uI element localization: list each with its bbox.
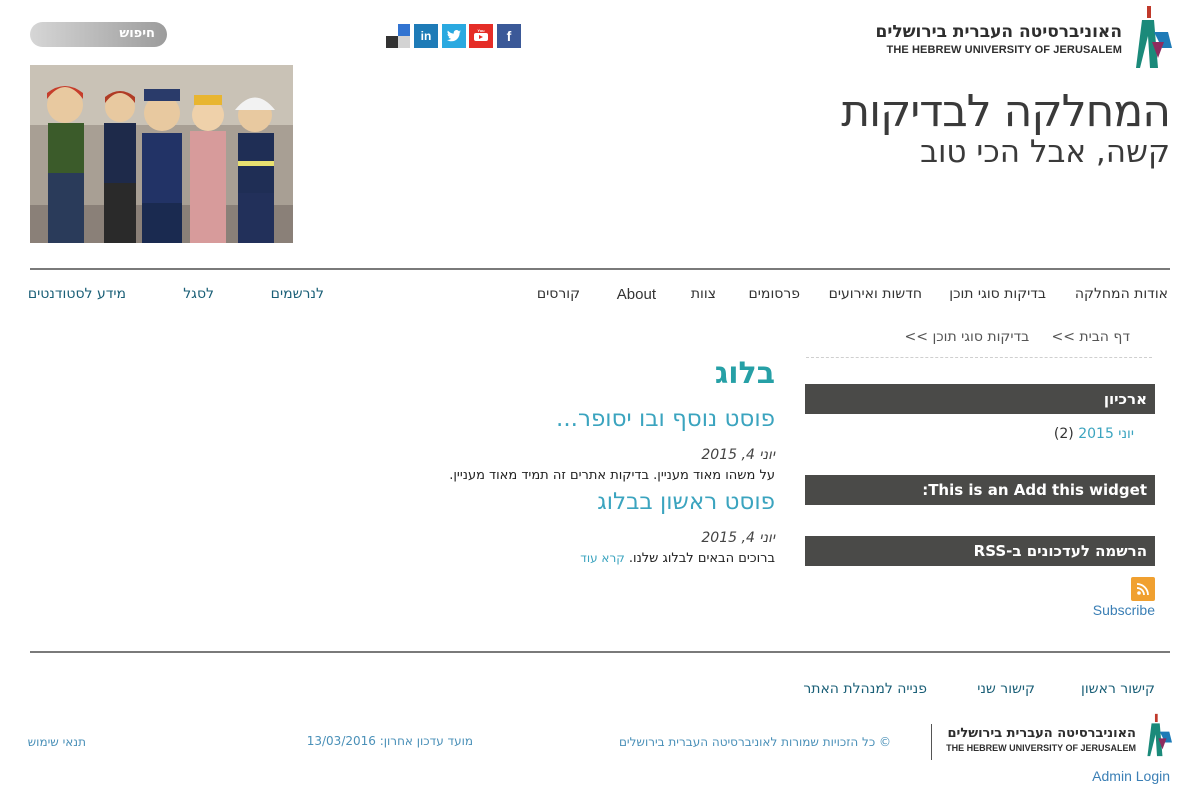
nav-item-content-types[interactable]: בדיקות סוגי תוכן (949, 286, 1046, 302)
post-excerpt-text: ברוכים הבאים לבלוג שלנו. (628, 551, 775, 566)
search-button[interactable]: חיפוש (30, 22, 167, 47)
nav-item-news-events[interactable]: חדשות ואירועים (829, 286, 922, 302)
footer-logo-icon (1142, 712, 1172, 758)
footer-logo-english: THE HEBREW UNIVERSITY OF JERUSALEM (946, 743, 1136, 753)
archive-link[interactable]: יוני 2015 (1078, 426, 1134, 442)
nav-item-about-department[interactable]: אודות המחלקה (1075, 286, 1168, 302)
footer-logo-hebrew: האוניברסיטה העברית בירושלים (947, 726, 1136, 741)
footer-link-second[interactable]: קישור שני (977, 681, 1035, 697)
twitter-icon[interactable] (442, 24, 466, 48)
footer-link-contact-admin[interactable]: פנייה למנהלת האתר (803, 681, 927, 697)
nav-item-courses[interactable]: קורסים (537, 286, 580, 302)
archive-widget-title: ארכיון (805, 384, 1155, 414)
nav-item-staff[interactable]: צוות (691, 286, 716, 302)
post-excerpt: על משהו מאוד מעניין. בדיקות אתרים זה תמי… (449, 468, 775, 483)
archive-count: (2) (1053, 426, 1074, 442)
delicious-icon[interactable] (386, 24, 410, 48)
nav-item-students-info[interactable]: מידע לסטודנטים (28, 286, 126, 302)
breadcrumb-home[interactable]: דף הבית >> (1051, 329, 1130, 345)
footer-logo-divider (931, 724, 932, 760)
site-subtitle: קשה, אבל הכי טוב (920, 134, 1170, 170)
nav-item-applicants[interactable]: לנרשמים (271, 286, 324, 302)
rss-widget-title: הרשמה לעדכונים ב-RSS (805, 536, 1155, 566)
post-date: יוני 4, 2015 (701, 530, 775, 546)
archive-item: יוני 2015 (2) (1054, 426, 1134, 442)
nav-item-publications[interactable]: פרסומים (749, 286, 800, 302)
linkedin-icon[interactable]: in (414, 24, 438, 48)
facebook-icon[interactable]: f (497, 24, 521, 48)
site-title: המחלקה לבדיקות (841, 86, 1171, 137)
copyright-text: © כל הזכויות שמורות לאוניברסיטה העברית ב… (618, 735, 891, 749)
footer-divider (30, 651, 1170, 653)
read-more-link[interactable]: קרא עוד (580, 551, 624, 565)
addthis-widget-title: This is an Add this widget: (805, 475, 1155, 505)
search-label: חיפוש (119, 26, 155, 41)
university-logo-icon[interactable] (1128, 6, 1172, 68)
breadcrumb-divider (806, 357, 1152, 358)
blog-title: בלוג (714, 356, 775, 391)
post-title[interactable]: פוסט נוסף ובו יסופר... (556, 406, 775, 432)
post-date: יוני 4, 2015 (701, 447, 775, 463)
nav-item-about-en[interactable]: About (617, 286, 656, 303)
post-excerpt: ברוכים הבאים לבלוג שלנו. קרא עוד (580, 551, 775, 566)
admin-login-link[interactable]: Admin Login (1092, 768, 1170, 784)
youtube-icon[interactable]: You (469, 24, 493, 48)
terms-of-use-link[interactable]: תנאי שימוש (28, 735, 86, 749)
header-divider (30, 268, 1170, 270)
university-logo-english: THE HEBREW UNIVERSITY OF JERUSALEM (886, 44, 1122, 56)
breadcrumb: דף הבית >> בדיקות סוגי תוכן >> (905, 329, 1130, 345)
last-update-text: מועד עדכון אחרון: 13/03/2016 (306, 734, 473, 748)
svg-text:You: You (477, 28, 485, 33)
breadcrumb-current[interactable]: בדיקות סוגי תוכן >> (905, 329, 1030, 345)
post-title[interactable]: פוסט ראשון בבלוג (597, 489, 775, 515)
rss-icon[interactable] (1131, 577, 1155, 601)
header-image (30, 65, 293, 243)
nav-item-faculty[interactable]: לסגל (183, 286, 214, 302)
university-logo-hebrew: האוניברסיטה העברית בירושלים (875, 22, 1122, 42)
footer-link-first[interactable]: קישור ראשון (1081, 681, 1155, 697)
subscribe-link[interactable]: Subscribe (1093, 602, 1155, 618)
